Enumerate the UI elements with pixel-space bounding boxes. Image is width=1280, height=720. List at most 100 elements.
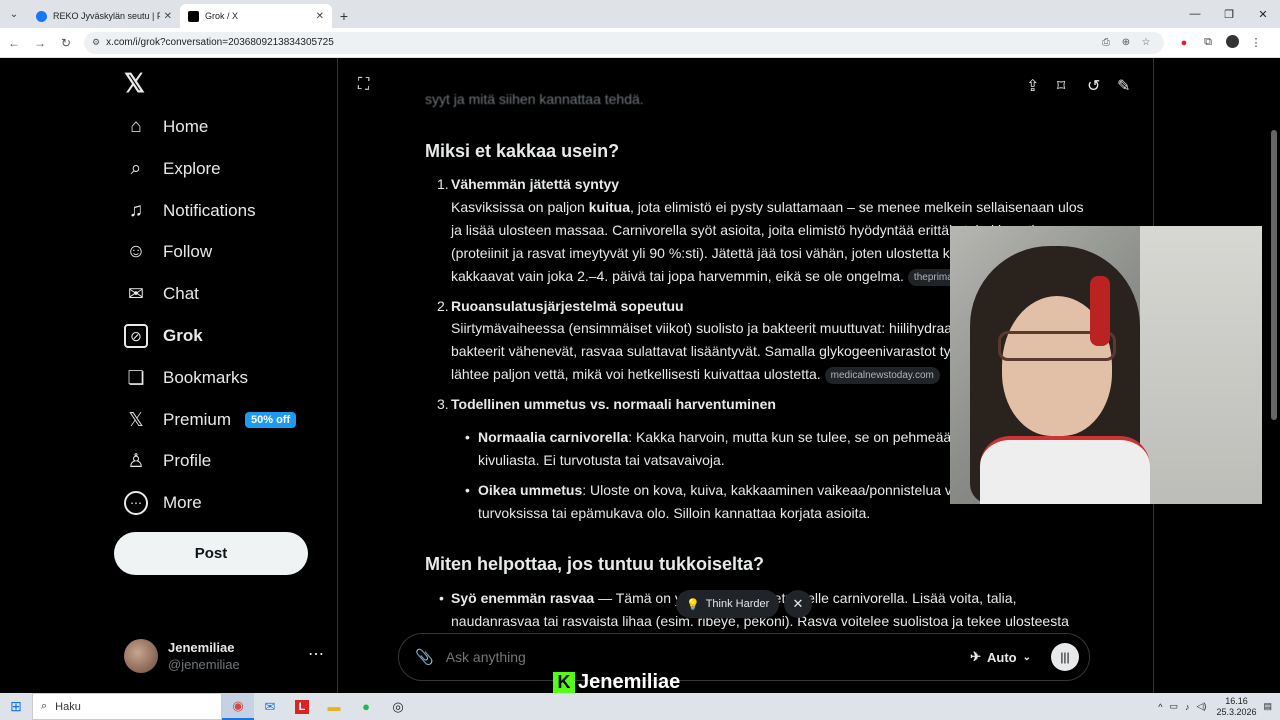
partial-text: syyt ja mitä siihen kannattaa tehdä. xyxy=(425,91,644,107)
notification-icon[interactable]: ▤ xyxy=(1263,701,1272,712)
account-switcher[interactable]: Jenemiliae @jenemiliae ⋯ xyxy=(124,638,324,674)
x-logo-icon[interactable]: 𝕏 xyxy=(124,68,145,99)
url-text: x.com/i/grok?conversation=20368092138343… xyxy=(106,37,334,48)
profile-icon: ♙ xyxy=(127,450,145,472)
address-bar[interactable]: ⚙ x.com/i/grok?conversation=203680921383… xyxy=(84,31,1164,54)
tab-facebook[interactable]: REKO Jyväskylän seutu | Facebo ✕ xyxy=(28,4,180,28)
site-info-icon[interactable]: ⚙ xyxy=(92,37,100,48)
nav-chat[interactable]: ✉ Chat xyxy=(124,274,199,314)
more-dots-icon[interactable]: ⋯ xyxy=(308,644,324,664)
bullet-dot: • xyxy=(439,590,444,606)
nav-follow[interactable]: ☺ Follow xyxy=(124,232,212,272)
nav-bookmarks[interactable]: ❏ Bookmarks xyxy=(124,358,248,398)
profile-avatar[interactable] xyxy=(1220,34,1244,51)
chrome-icon[interactable]: ◉ xyxy=(222,693,254,720)
scrollbar-thumb[interactable] xyxy=(1271,130,1277,420)
new-tab-button[interactable]: + xyxy=(332,4,356,28)
restore-icon[interactable]: ❐ xyxy=(1212,0,1246,28)
nav-profile[interactable]: ♙ Profile xyxy=(124,441,211,481)
nav-grok[interactable]: ⊘ Grok xyxy=(124,316,203,356)
back-icon[interactable]: ← xyxy=(2,31,26,55)
streamer-name: Jenemiliae xyxy=(578,671,681,693)
lightbulb-icon: 💡 xyxy=(686,598,700,611)
network-icon[interactable]: ▭ xyxy=(1170,701,1179,712)
close-tab-icon[interactable]: ✕ xyxy=(164,11,172,22)
account-handle: @jenemiliae xyxy=(168,657,240,672)
list-number: 2. xyxy=(437,298,449,314)
bullet-dot: • xyxy=(465,482,470,498)
volume-icon[interactable]: ◁) xyxy=(1197,701,1207,712)
search-icon: ⌕ xyxy=(41,700,48,712)
dismiss-suggestion-icon[interactable]: ✕ xyxy=(784,590,812,618)
reload-icon[interactable]: ↻ xyxy=(54,31,78,55)
source-chip[interactable]: medicalnewstoday.com xyxy=(824,366,940,384)
history-icon[interactable]: ↺ xyxy=(1087,76,1100,96)
close-tab-icon[interactable]: ✕ xyxy=(316,11,324,22)
clock[interactable]: 16.16 25.3.2026 xyxy=(1216,696,1256,718)
minimize-icon[interactable]: — xyxy=(1178,0,1212,28)
mail-icon: ✉ xyxy=(128,283,144,305)
headphones xyxy=(1090,276,1110,346)
browser-tab-bar: ⌄ REKO Jyväskylän seutu | Facebo ✕ Grok … xyxy=(0,0,1280,28)
taskbar-search[interactable]: ⌕ Haku xyxy=(32,693,222,720)
windows-start-icon[interactable]: ⊞ xyxy=(0,698,32,715)
mode-selector[interactable]: ✈ Auto ⌄ xyxy=(970,649,1031,665)
obs-icon[interactable]: ◎ xyxy=(382,693,414,720)
nav-explore[interactable]: ⌕ Explore xyxy=(124,149,221,189)
expand-icon[interactable]: ⛶ xyxy=(358,76,369,94)
tab-search-icon[interactable]: ⌄ xyxy=(0,0,28,28)
voice-mode-icon[interactable]: ||| xyxy=(1051,643,1079,671)
bookmark-star-icon[interactable]: ☆ xyxy=(1136,37,1156,48)
nav-label: Grok xyxy=(163,326,203,345)
page-scrollbar[interactable] xyxy=(1268,58,1280,693)
mic-icon[interactable]: ♪ xyxy=(1185,702,1190,712)
nav-premium[interactable]: 𝕏 Premium 50% off xyxy=(124,400,297,440)
browser-toolbar: ← → ↻ ⚙ x.com/i/grok?conversation=203680… xyxy=(0,28,1280,58)
nav-label: Notifications xyxy=(163,201,256,220)
post-button[interactable]: Post xyxy=(114,532,308,575)
left-navigation: 𝕏 ⌂ Home ⌕ Explore ♫ Notifications ☺ Fol… xyxy=(110,58,338,693)
nav-label: Chat xyxy=(163,284,199,303)
spotify-icon[interactable]: ● xyxy=(350,693,382,720)
nav-label: Bookmarks xyxy=(163,368,249,387)
install-icon[interactable]: ⎙ xyxy=(1096,37,1116,48)
l-app-icon[interactable]: L xyxy=(286,693,318,720)
nav-notifications[interactable]: ♫ Notifications xyxy=(124,191,256,231)
nav-home[interactable]: ⌂ Home xyxy=(124,107,208,147)
tab-grok[interactable]: Grok / X ✕ xyxy=(180,4,332,28)
streamer-shirt xyxy=(980,436,1150,504)
streamer-watermark: K Jenemiliae xyxy=(553,671,680,694)
think-harder-button[interactable]: 💡 Think Harder xyxy=(676,590,780,618)
zoom-icon[interactable]: ⊕ xyxy=(1116,37,1136,48)
x-favicon-icon xyxy=(188,10,199,22)
bookmark-icon: ❏ xyxy=(127,367,145,389)
mail-app-icon[interactable]: ✉ xyxy=(254,693,286,720)
list-number: 1. xyxy=(437,176,449,192)
ask-input[interactable] xyxy=(445,649,971,665)
bookmark-icon[interactable]: ⌑ xyxy=(1057,76,1065,96)
search-icon: ⌕ xyxy=(130,158,142,179)
clock-time: 16.16 xyxy=(1225,695,1248,706)
nav-more[interactable]: ⋯ More xyxy=(124,483,202,523)
tab-title: Grok / X xyxy=(205,11,239,21)
folder-icon[interactable]: ▬ xyxy=(318,693,350,720)
section-heading: Miksi et kakkaa usein? xyxy=(425,141,620,161)
follow-icon: ☺ xyxy=(126,241,146,262)
attach-icon[interactable]: 📎 xyxy=(415,648,434,666)
extension-icon[interactable]: ● xyxy=(1172,37,1196,49)
composer: 📎 ✈ Auto ⌄ ||| xyxy=(398,633,1090,681)
tray-chevron-icon[interactable]: ^ xyxy=(1158,702,1162,712)
new-chat-icon[interactable]: ✎ xyxy=(1117,76,1130,96)
nav-label: More xyxy=(163,493,202,512)
close-window-icon[interactable]: ✕ xyxy=(1246,0,1280,28)
list-item-title: Todellinen ummetus vs. normaali harventu… xyxy=(451,396,776,412)
list-number: 3. xyxy=(437,396,449,412)
x-premium-icon: 𝕏 xyxy=(128,409,144,431)
browser-menu-icon[interactable]: ⋮ xyxy=(1244,36,1268,49)
system-tray: ^ ▭ ♪ ◁) 16.16 25.3.2026 ▤ xyxy=(1151,693,1272,720)
extensions-puzzle-icon[interactable]: ⧉ xyxy=(1196,36,1220,49)
forward-icon[interactable]: → xyxy=(28,31,52,55)
rocket-icon: ✈ xyxy=(970,649,981,664)
share-icon[interactable]: ⇪ xyxy=(1026,76,1039,96)
windows-taskbar: ⊞ ⌕ Haku ◉ ✉ L ▬ ● ◎ ^ ▭ ♪ ◁) 16.16 25.3… xyxy=(0,693,1280,720)
